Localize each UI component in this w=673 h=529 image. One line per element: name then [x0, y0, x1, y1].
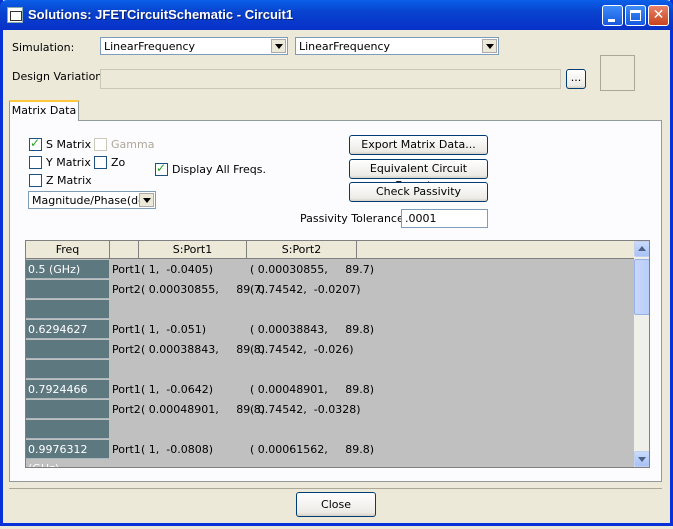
s-matrix-checkbox[interactable]	[29, 136, 42, 151]
format-select[interactable]: Magnitude/Phase(deg	[28, 191, 156, 209]
minimize-icon	[608, 19, 615, 22]
design-variation-label: Design Variation:	[12, 70, 106, 83]
grid-port-cell[interactable]: Port1	[112, 380, 141, 399]
grid-sport1-cell[interactable]: ( 1, -0.0642)	[141, 380, 213, 399]
grid-sport1-cell[interactable]: ( 1, -0.0405)	[141, 260, 213, 279]
grid-sport2-cell[interactable]: ( 0.00038843, 89.8)	[250, 320, 374, 339]
grid-port-cell[interactable]: Port2	[112, 400, 141, 419]
design-variation-field	[100, 69, 561, 89]
grid-sport2-cell[interactable]: ( 0.00048901, 89.8)	[250, 380, 374, 399]
chevron-up-icon	[638, 246, 646, 251]
grid-sport2-cell[interactable]: ( 0.74542, -0.0328)	[250, 400, 361, 419]
title-bar[interactable]: Solutions: JFETCircuitSchematic - Circui…	[0, 0, 673, 30]
matrix-data-grid[interactable]: Freq S:Port1 S:Port2 0.5 (GHz) Port1( 1, …	[25, 240, 650, 468]
grid-header-sport2[interactable]: S:Port2	[247, 241, 357, 259]
grid-sport2-cell[interactable]: ( 0.00061562, 89.8)	[250, 440, 374, 459]
scroll-thumb[interactable]	[634, 259, 649, 315]
scroll-down-arrow[interactable]	[634, 451, 649, 467]
grid-freq-cell[interactable]: 0.5 (GHz)	[26, 260, 109, 279]
tab-label: Matrix Data	[11, 104, 77, 117]
z-matrix-label: Z Matrix	[46, 174, 92, 187]
grid-freq-cell[interactable]: 0.6294627 (GHz)	[26, 320, 109, 355]
maximize-icon	[630, 10, 641, 21]
app-icon	[7, 7, 23, 23]
grid-sport2-cell[interactable]: ( 0.00030855, 89.7)	[250, 260, 374, 279]
passivity-tolerance-label: Passivity Tolerance:	[300, 212, 408, 225]
grid-freq-cell[interactable]	[26, 340, 109, 359]
tab-matrix-data[interactable]: Matrix Data	[9, 100, 79, 121]
simulation-select-1[interactable]: LinearFrequency	[100, 37, 288, 55]
display-all-freqs-checkbox[interactable]	[155, 161, 168, 176]
close-button[interactable]: Close	[296, 492, 376, 517]
simulation-value-1: LinearFrequency	[104, 40, 196, 53]
s-matrix-label: S Matrix	[46, 138, 92, 151]
simulation-select-2[interactable]: LinearFrequency	[295, 37, 499, 55]
minimize-button[interactable]	[602, 5, 623, 26]
grid-header-sport1[interactable]: S:Port1	[139, 241, 247, 259]
zo-checkbox[interactable]	[94, 156, 107, 169]
y-matrix-label: Y Matrix	[46, 156, 91, 169]
footer-divider	[9, 488, 662, 489]
simulation-label: Simulation:	[12, 41, 75, 54]
grid-freq-cell[interactable]	[26, 400, 109, 419]
grid-freq-cell[interactable]	[26, 420, 109, 439]
export-matrix-data-button[interactable]: Export Matrix Data...	[349, 135, 488, 155]
grid-port-cell[interactable]: Port1	[112, 320, 141, 339]
grid-sport1-cell[interactable]: ( 1, -0.0808)	[141, 440, 213, 459]
close-icon: ✕	[652, 7, 665, 23]
check-passivity-button[interactable]: Check Passivity	[349, 182, 488, 202]
passivity-tolerance-input[interactable]: .0001	[401, 209, 488, 228]
equivalent-circuit-export-button[interactable]: Equivalent Circuit Export...	[349, 159, 488, 192]
close-window-button[interactable]: ✕	[648, 5, 669, 26]
passivity-tolerance-value: .0001	[405, 212, 437, 225]
scroll-up-arrow[interactable]	[634, 241, 649, 257]
chevron-down-icon[interactable]	[271, 39, 286, 53]
simulation-value-2: LinearFrequency	[299, 40, 391, 53]
maximize-button[interactable]	[625, 5, 646, 26]
z-matrix-checkbox[interactable]	[29, 174, 42, 187]
grid-sport1-cell[interactable]: ( 0.00030855, 89.7)	[141, 280, 265, 299]
chevron-down-icon	[638, 457, 646, 462]
chevron-down-icon[interactable]	[139, 193, 154, 207]
grid-freq-cell[interactable]	[26, 300, 109, 319]
grid-sport1-cell[interactable]: ( 0.00048901, 89.8)	[141, 400, 265, 419]
grid-header-port[interactable]	[110, 241, 139, 259]
grid-sport2-cell[interactable]: ( 0.74542, -0.026)	[250, 340, 354, 359]
grid-port-cell[interactable]: Port1	[112, 440, 141, 459]
grid-sport1-cell[interactable]: ( 0.00038843, 89.8)	[141, 340, 265, 359]
grid-port-cell[interactable]: Port1	[112, 260, 141, 279]
grid-sport1-cell[interactable]: ( 1, -0.051)	[141, 320, 206, 339]
grid-freq-cell[interactable]: 0.7924466 (GHz)	[26, 380, 109, 415]
preview-box	[600, 55, 635, 91]
window-title: Solutions: JFETCircuitSchematic - Circui…	[28, 7, 294, 22]
grid-header-filler	[357, 241, 634, 259]
design-variation-browse-button[interactable]: ...	[566, 69, 586, 89]
grid-sport2-cell[interactable]: ( 0.74542, -0.0207)	[250, 280, 361, 299]
grid-header-freq[interactable]: Freq	[26, 241, 110, 259]
chevron-down-icon[interactable]	[482, 39, 497, 53]
grid-port-cell[interactable]: Port2	[112, 280, 141, 299]
grid-freq-cell[interactable]	[26, 280, 109, 299]
vertical-scrollbar[interactable]	[634, 241, 649, 467]
y-matrix-checkbox[interactable]	[29, 156, 42, 169]
grid-port-cell[interactable]: Port2	[112, 340, 141, 359]
grid-freq-cell[interactable]	[26, 360, 109, 379]
zo-label: Zo	[111, 156, 126, 169]
gamma-label: Gamma	[111, 138, 155, 151]
format-value: Magnitude/Phase(deg	[32, 194, 140, 207]
display-all-freqs-label: Display All Freqs.	[172, 163, 266, 176]
grid-freq-cell[interactable]: 0.9976312 (GHz)	[26, 440, 109, 467]
gamma-checkbox[interactable]	[94, 138, 107, 151]
